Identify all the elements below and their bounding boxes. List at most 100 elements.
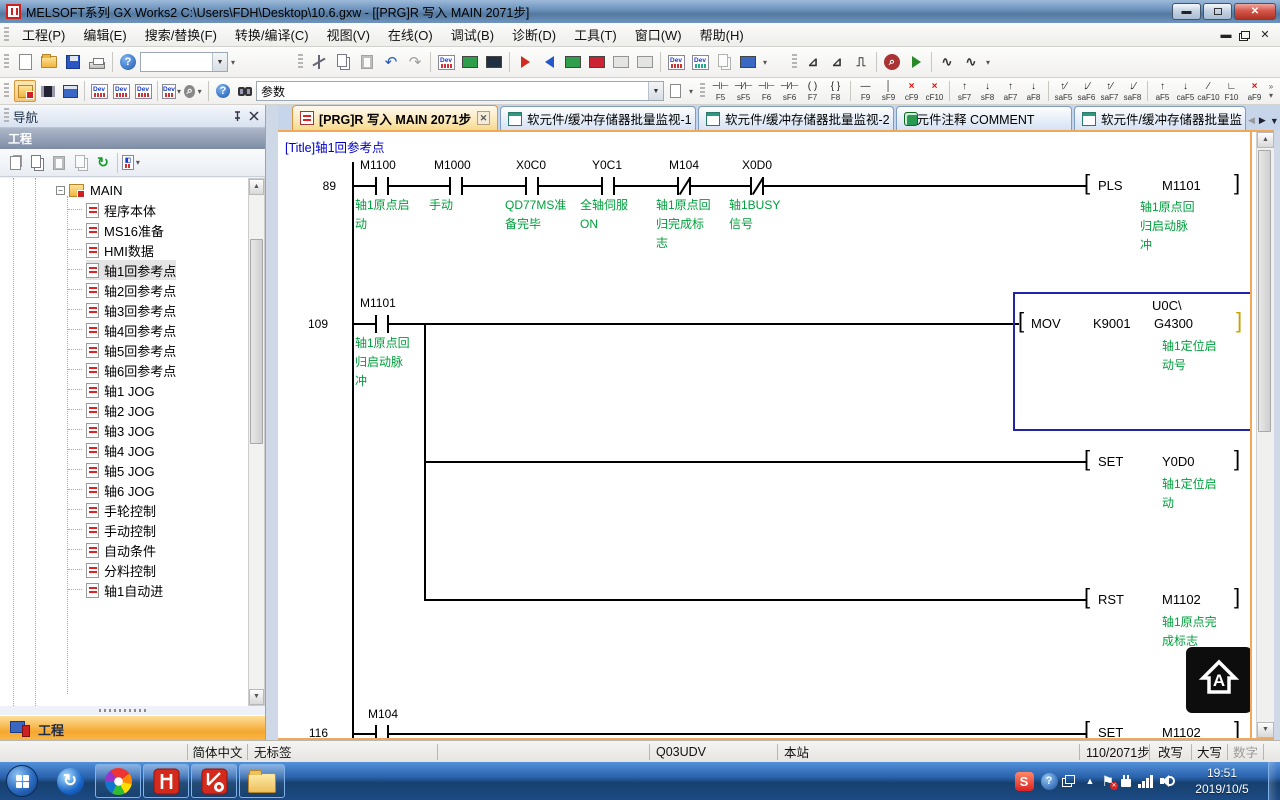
write-to-plc-button[interactable] bbox=[514, 51, 536, 73]
menu-debug[interactable]: 调试(B) bbox=[442, 22, 503, 47]
device-memory-button[interactable] bbox=[459, 51, 481, 73]
redo-button[interactable]: ↷ bbox=[404, 51, 426, 73]
pin-icon[interactable] bbox=[232, 111, 243, 122]
no-contact[interactable] bbox=[375, 177, 389, 195]
toolbar-overflow-chevron[interactable]: ▾ bbox=[686, 87, 696, 96]
read-from-plc-button[interactable] bbox=[538, 51, 560, 73]
toolbar-grip[interactable] bbox=[700, 83, 705, 99]
tool-rising-pulse-close[interactable]: ↑∕saF5 bbox=[1052, 81, 1075, 102]
no-contact[interactable] bbox=[375, 315, 389, 333]
device-structure-button[interactable]: Dev bbox=[133, 81, 153, 101]
chevron-down-icon[interactable]: ▼ bbox=[212, 53, 227, 71]
tree-item[interactable]: 轴4回参考点 bbox=[86, 320, 176, 340]
scrollbar-thumb[interactable] bbox=[250, 239, 263, 444]
show-desktop-button[interactable] bbox=[1268, 762, 1278, 800]
tree-item[interactable]: 轴3 JOG bbox=[86, 420, 155, 440]
tree-item[interactable]: 自动条件 bbox=[86, 540, 156, 560]
operand[interactable]: M1101 bbox=[1162, 178, 1201, 193]
hmi-monitor-button[interactable] bbox=[483, 51, 505, 73]
tab-close-icon[interactable]: ✕ bbox=[477, 111, 490, 125]
panel-splitter[interactable] bbox=[0, 706, 248, 715]
tree-item[interactable]: 轴2 JOG bbox=[86, 400, 155, 420]
tree-item-main[interactable]: − MAIN bbox=[56, 180, 123, 200]
run-button[interactable] bbox=[905, 51, 927, 73]
operand-source[interactable]: K9001 bbox=[1093, 316, 1131, 331]
toolbar-grip[interactable] bbox=[792, 54, 797, 70]
tree-item[interactable]: 轴5回参考点 bbox=[86, 340, 176, 360]
mdi-close-button[interactable]: ✕ bbox=[1258, 28, 1272, 41]
tree-item[interactable]: 轴3回参考点 bbox=[86, 300, 176, 320]
ladder-editor[interactable]: [Title]轴1回参考点 89 M1100 轴1原点启 动 M1000 手动 … bbox=[278, 132, 1252, 738]
menu-help[interactable]: 帮助(H) bbox=[691, 22, 753, 47]
no-contact[interactable] bbox=[449, 177, 463, 195]
pulse-monitor-button[interactable]: ⎍ bbox=[850, 51, 872, 73]
tree-item[interactable]: 轴4 JOG bbox=[86, 440, 155, 460]
instruction-set[interactable]: SET bbox=[1098, 725, 1123, 738]
tool-falling-pulse-close[interactable]: ↓∕saF6 bbox=[1075, 81, 1098, 102]
mdi-minimize-button[interactable]: ▬ bbox=[1219, 29, 1233, 41]
trace-waveform-button[interactable]: ∿ bbox=[936, 51, 958, 73]
remote-operation-button[interactable] bbox=[737, 51, 759, 73]
menu-find-replace[interactable]: 搜索/替换(F) bbox=[136, 22, 226, 47]
tool-falling-pulse-branch[interactable]: ↓aF8 bbox=[1022, 81, 1045, 102]
find-binoculars-button[interactable] bbox=[235, 81, 255, 101]
tool-invert-operation[interactable]: ∕caF10 bbox=[1197, 81, 1220, 102]
toolbar-grip[interactable] bbox=[4, 54, 9, 70]
toolbar-grip[interactable] bbox=[4, 27, 9, 43]
new-data-button[interactable] bbox=[5, 153, 25, 173]
taskbar-explorer-icon[interactable] bbox=[239, 764, 285, 798]
close-button[interactable]: ✕ bbox=[1234, 3, 1276, 20]
watch-window-button[interactable]: ⌕ bbox=[881, 51, 903, 73]
monitor-stop-button[interactable] bbox=[586, 51, 608, 73]
operand[interactable]: M1102 bbox=[1162, 725, 1201, 738]
sampling-trace-button[interactable] bbox=[713, 51, 735, 73]
tray-sogou-icon[interactable]: S bbox=[1015, 772, 1034, 791]
menu-window[interactable]: 窗口(W) bbox=[626, 22, 691, 47]
taskbar-pinwheel-app-icon[interactable] bbox=[95, 764, 141, 798]
tree-item[interactable]: 轴1 JOG bbox=[86, 380, 155, 400]
tray-window-icon[interactable] bbox=[1065, 775, 1075, 784]
tool-invert-result[interactable]: ↑aF5 bbox=[1151, 81, 1174, 102]
device-search-button[interactable]: ⌕▾ bbox=[184, 81, 204, 101]
help-button[interactable]: ? bbox=[117, 51, 139, 73]
tree-item[interactable]: 轴2回参考点 bbox=[86, 280, 176, 300]
menu-diagnostics[interactable]: 诊断(D) bbox=[503, 22, 565, 47]
menu-edit[interactable]: 编辑(E) bbox=[74, 22, 135, 47]
device-table-button[interactable]: Dev bbox=[111, 81, 131, 101]
instruction-pls[interactable]: PLS bbox=[1098, 178, 1123, 193]
tool-rising-pulse-branch[interactable]: ↑aF7 bbox=[999, 81, 1022, 102]
instruction-rst[interactable]: RST bbox=[1098, 592, 1124, 607]
monitor-start-button[interactable] bbox=[562, 51, 584, 73]
device-display-button[interactable]: Dev▾ bbox=[162, 81, 182, 101]
device-read-button[interactable]: Dev bbox=[689, 51, 711, 73]
find-combobox[interactable]: 参数 ▼ bbox=[256, 81, 664, 101]
monitor-resume-button[interactable] bbox=[634, 51, 656, 73]
tree-item[interactable]: 手动控制 bbox=[86, 520, 156, 540]
tool-rising-pulse[interactable]: ↑sF7 bbox=[953, 81, 976, 102]
cut-button[interactable] bbox=[308, 51, 330, 73]
tree-item[interactable]: 分料控制 bbox=[86, 560, 156, 580]
menu-compile[interactable]: 转换/编译(C) bbox=[226, 22, 318, 47]
nc-contact[interactable] bbox=[677, 177, 691, 195]
help2-button[interactable]: ? bbox=[213, 81, 233, 101]
tool-delete-vline[interactable]: ×cF10 bbox=[923, 81, 946, 102]
minimize-button[interactable]: ▬ bbox=[1172, 3, 1201, 20]
version-combobox[interactable]: ▼ bbox=[140, 52, 228, 72]
operand-destination[interactable]: G4300 bbox=[1154, 316, 1193, 331]
tree-item[interactable]: 轴6回参考点 bbox=[86, 360, 176, 380]
nc-contact[interactable] bbox=[750, 177, 764, 195]
no-contact[interactable] bbox=[525, 177, 539, 195]
scroll-down-icon[interactable]: ▼ bbox=[1257, 722, 1274, 738]
tool-closed-branch[interactable]: ⊣∕⊢sF6 bbox=[778, 81, 801, 102]
program-list-button[interactable] bbox=[60, 81, 80, 101]
taskbar-clock[interactable]: 19:51 2019/10/5 bbox=[1183, 765, 1261, 797]
copy-info-button[interactable] bbox=[71, 153, 91, 173]
ladder-monitor-button[interactable]: ⊿ bbox=[802, 51, 824, 73]
tool-delete-hline[interactable]: ×cF9 bbox=[900, 81, 923, 102]
scrollbar-thumb[interactable] bbox=[1258, 150, 1271, 432]
menu-tools[interactable]: 工具(T) bbox=[565, 22, 626, 47]
tool-open-contact[interactable]: ⊣⊢F5 bbox=[709, 81, 732, 102]
tree-item[interactable]: 轴6 JOG bbox=[86, 480, 155, 500]
tool-delete-line[interactable]: ×aF9 bbox=[1243, 81, 1266, 102]
mdi-restore-button[interactable] bbox=[1241, 31, 1250, 39]
